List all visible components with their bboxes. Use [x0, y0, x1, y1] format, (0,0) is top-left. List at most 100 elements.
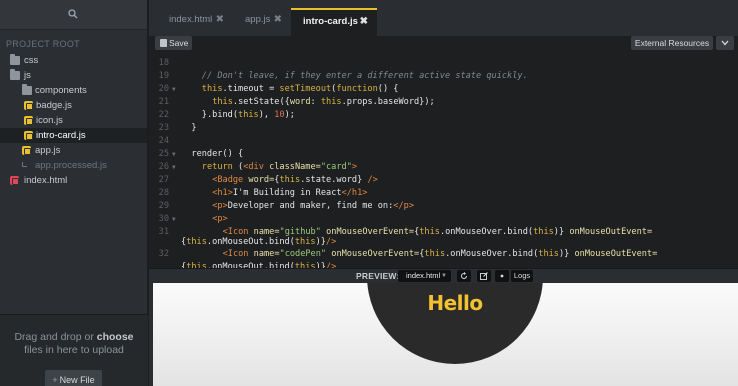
preview-pane[interactable]: Hello [153, 283, 738, 386]
folder-icon [10, 54, 20, 65]
line-number: 27 [158, 175, 169, 185]
code-token: this [538, 249, 559, 259]
code-token: function [336, 84, 378, 94]
external-resources-button[interactable]: External Resources [631, 36, 713, 50]
line-number: 28 [158, 188, 169, 198]
code-token: <p> [212, 201, 228, 211]
code-text: <p> [212, 213, 228, 226]
close-icon[interactable]: ✖ [274, 8, 282, 32]
code-token: /> [325, 237, 337, 247]
line-number: 25 [158, 149, 169, 159]
refresh-button[interactable] [457, 270, 471, 282]
tree-item-label: components [35, 85, 87, 96]
code-token: .setState({ [232, 97, 290, 107]
drop-text-post: files in here to upload [24, 344, 124, 356]
dot-icon [500, 274, 504, 278]
line-number: 26 [158, 162, 169, 172]
tree-item-label: index.html [24, 175, 68, 186]
tree-item-intro-card-js[interactable]: intro-card.js [0, 128, 147, 143]
tree-item-app-processed-js[interactable]: app.processed.js [0, 158, 147, 173]
code-token: <p> [212, 214, 228, 224]
intro-card-circle: Hello [367, 283, 543, 364]
tree-item-css[interactable]: css [0, 53, 147, 68]
code-token: 10 [274, 110, 285, 120]
close-icon[interactable]: ✖ [216, 8, 224, 32]
code-token: onMouseOverEvent= [326, 249, 420, 259]
code-text: } [191, 122, 196, 135]
code-token: () { [377, 84, 399, 94]
search-icon[interactable] [68, 9, 78, 19]
code-token: )} [315, 237, 326, 247]
tab-intro-card-js[interactable]: intro-card.js ✖ [291, 8, 377, 36]
choose-files-link[interactable]: choose [97, 331, 134, 343]
logs-button[interactable]: Logs [511, 270, 533, 282]
tree-item-components[interactable]: components [0, 83, 147, 98]
tree-item-badge-js[interactable]: badge.js [0, 98, 147, 113]
options-button[interactable] [495, 270, 509, 282]
close-icon[interactable]: ✖ [360, 10, 368, 34]
tree-item-label: intro-card.js [36, 130, 86, 141]
upload-drop-zone[interactable]: Drag and drop or choose files in here to… [0, 314, 148, 386]
tree-item-js[interactable]: js [0, 68, 147, 83]
code-token: this [238, 110, 259, 120]
tree-item-label: css [24, 55, 39, 66]
code-token: <h1> [212, 188, 233, 198]
code-token: name= [248, 249, 280, 259]
js-file-icon [24, 101, 33, 110]
code-text: {this.onMouseOut.bind(this)}/> [181, 261, 336, 268]
line-number: 32 [158, 249, 169, 259]
plus-icon: + [52, 375, 58, 385]
code-text: // Don't leave, if they enter a differen… [202, 70, 528, 83]
chevron-down-icon [721, 40, 729, 46]
code-text: return (<div className="card"> [202, 161, 357, 174]
tree-item-icon-js[interactable]: icon.js [0, 113, 147, 128]
code-token: <Badge [212, 175, 244, 185]
code-token: Developer and maker, find me on: [227, 201, 394, 211]
tab-index-html[interactable]: index.html ✖ [157, 8, 233, 36]
tree-item-index-html[interactable]: index.html [0, 173, 147, 188]
tree-item-label: app.processed.js [35, 160, 107, 171]
fold-arrow-icon[interactable]: ▼ [172, 148, 176, 161]
linked-file-icon [22, 162, 27, 167]
line-number: 19 [158, 71, 169, 81]
code-line: 29 <p>Developer and maker, find me on:</p… [149, 200, 738, 213]
tree-item-label: js [24, 70, 31, 81]
external-link-icon [480, 272, 488, 280]
code-line: 30 ▼ <p> [149, 213, 738, 226]
code-token: this [320, 97, 342, 107]
sidebar-header [0, 0, 147, 30]
code-editor[interactable]: 18 19 // Don't leave, if they enter a diff… [149, 51, 738, 268]
preview-file-select[interactable]: index.html ▼ [398, 270, 451, 282]
code-text: render() { [191, 148, 243, 161]
code-token: return [201, 162, 233, 172]
file-sidebar: PROJECT ROOT css js components badge.js icon… [0, 0, 148, 386]
code-line: 25 ▼ render() { [149, 148, 738, 161]
code-token: this [201, 84, 223, 94]
code-line: 28 <h1>I'm Building in React</h1> [149, 187, 738, 200]
popout-button[interactable] [477, 270, 491, 282]
save-label: Save [169, 38, 189, 48]
fold-arrow-icon[interactable]: ▼ [172, 83, 176, 96]
line-number: 22 [158, 110, 169, 120]
save-button[interactable]: Save [155, 36, 192, 50]
code-line: 24 [149, 135, 738, 148]
code-text: <h1>I'm Building in React</h1> [212, 187, 367, 200]
code-token: </h1> [341, 188, 368, 198]
fold-arrow-icon[interactable]: ▼ [172, 213, 176, 226]
code-token: ( [232, 162, 244, 172]
line-number: 23 [158, 123, 169, 133]
tree-item-app-js[interactable]: app.js [0, 143, 147, 158]
code-line: 27 <Badge word={this.state.word} /> [149, 174, 738, 187]
code-token: "card" [320, 162, 352, 172]
code-text: <p>Developer and maker, find me on:</p> [212, 200, 414, 213]
fold-arrow-icon[interactable]: ▼ [172, 161, 176, 174]
hello-badge-text: Hello [427, 291, 483, 315]
new-file-label: New File [59, 375, 95, 385]
js-file-icon [24, 131, 33, 140]
collapse-toggle-button[interactable] [716, 36, 734, 50]
code-token: this [294, 237, 316, 247]
new-file-button[interactable]: + New File [45, 370, 102, 386]
tab-app-js[interactable]: app.js ✖ [233, 8, 291, 36]
line-number: 24 [158, 136, 169, 146]
code-line: 18 [149, 57, 738, 70]
